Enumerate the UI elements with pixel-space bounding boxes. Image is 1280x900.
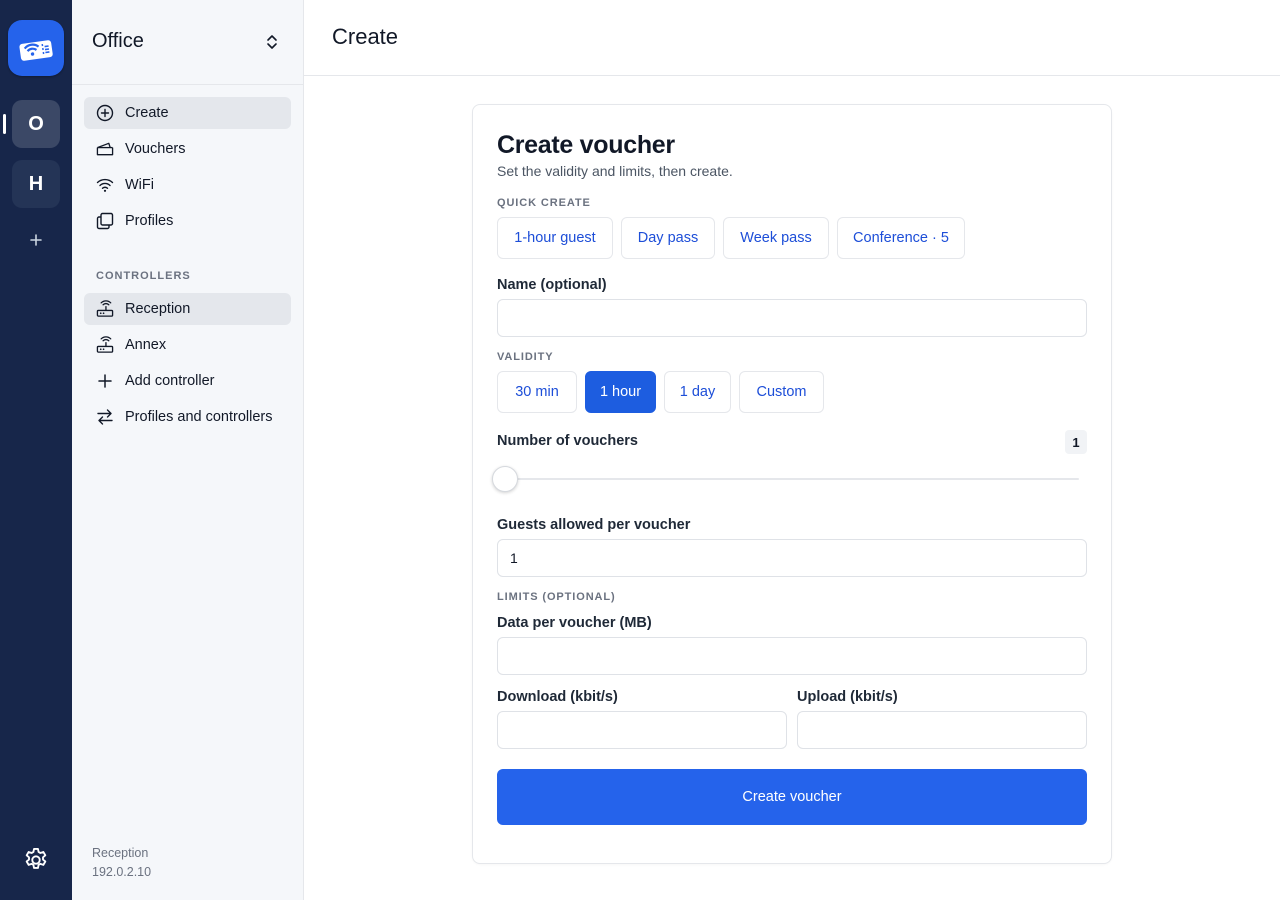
form-subtitle: Set the validity and limits, then create… — [497, 163, 733, 179]
quick-create-1-hour-guest[interactable]: 1-hour guest — [497, 217, 613, 259]
sidebar-item-add-controller[interactable]: Add controller — [84, 365, 291, 397]
profile-switch-office[interactable]: O — [12, 100, 60, 148]
ticket-icon — [96, 140, 114, 158]
plus-circle-icon — [96, 104, 114, 122]
app-rail: O H — [0, 0, 72, 900]
vouchers-slider-track[interactable] — [505, 478, 1079, 480]
profile-initial: H — [28, 172, 44, 195]
gear-icon — [25, 847, 47, 869]
profile-initial: O — [28, 112, 44, 135]
sidebar-item-profiles-and-controllers[interactable]: Profiles and controllers — [84, 401, 291, 433]
sidebar-item-label: Create — [125, 105, 169, 121]
validity-30-min[interactable]: 30 min — [497, 371, 577, 413]
profile-switch-h[interactable]: H — [12, 160, 60, 208]
sidebar-item-create[interactable]: Create — [84, 97, 291, 129]
sidebar-item-wifi[interactable]: WiFi — [84, 169, 291, 201]
controllers-section-label: CONTROLLERS — [96, 270, 191, 282]
settings-button[interactable] — [21, 845, 51, 875]
download-label: Download (kbit/s) — [497, 689, 618, 705]
voucher-wifi-icon[interactable] — [8, 20, 64, 76]
add-profile-button[interactable] — [24, 228, 48, 252]
profile-selector[interactable]: Office — [72, 0, 303, 85]
controllers-nav: Reception Annex Add controller Profiles … — [84, 293, 291, 437]
plus-icon — [30, 234, 42, 246]
quick-create-week-pass[interactable]: Week pass — [723, 217, 829, 259]
quick-create-conference[interactable]: Conference · 5 — [837, 217, 965, 259]
sidebar-item-label: Profiles — [125, 213, 174, 229]
controller-ip: 192.0.2.10 — [92, 865, 152, 879]
vouchers-count-badge: 1 — [1065, 430, 1087, 454]
sidebar-item-reception[interactable]: Reception — [84, 293, 291, 325]
validity-1-hour[interactable]: 1 hour — [585, 371, 656, 413]
validity-1-day[interactable]: 1 day — [664, 371, 731, 413]
sidebar-item-label: Reception — [125, 301, 191, 317]
guests-input[interactable]: 1 — [497, 539, 1087, 577]
vouchers-count-label: Number of vouchers — [497, 433, 638, 449]
data-limit-input[interactable] — [497, 637, 1087, 675]
create-voucher-card: Create voucher Set the validity and limi… — [472, 104, 1112, 864]
sidebar-item-annex[interactable]: Annex — [84, 329, 291, 361]
quick-create-label: QUICK CREATE — [497, 197, 591, 209]
vouchers-slider-thumb[interactable] — [492, 466, 518, 492]
guests-label: Guests allowed per voucher — [497, 517, 691, 533]
validity-custom[interactable]: Custom — [739, 371, 824, 413]
router-icon — [96, 336, 114, 354]
router-icon — [96, 300, 114, 318]
controller-name: Reception — [92, 846, 149, 860]
name-input[interactable] — [497, 299, 1087, 337]
sidebar-item-vouchers[interactable]: Vouchers — [84, 133, 291, 165]
quick-create-day-pass[interactable]: Day pass — [621, 217, 715, 259]
active-profile-indicator — [3, 114, 6, 134]
validity-label: VALIDITY — [497, 351, 554, 363]
sidebar-item-label: Add controller — [125, 373, 215, 389]
limits-label: LIMITS (OPTIONAL) — [497, 591, 616, 603]
create-voucher-button[interactable]: Create voucher — [497, 769, 1087, 825]
download-input[interactable] — [497, 711, 787, 749]
sidebar-item-label: Vouchers — [125, 141, 186, 157]
page-title: Create — [332, 24, 399, 49]
plus-icon — [96, 372, 114, 390]
sidebar-item-label: Profiles and controllers — [125, 409, 273, 425]
top-bar: Create — [304, 0, 1280, 76]
profile-name: Office — [92, 29, 144, 52]
sidebar-item-label: Annex — [125, 337, 167, 353]
wifi-icon — [96, 176, 114, 194]
upload-input[interactable] — [797, 711, 1087, 749]
stack-icon — [96, 212, 114, 230]
swap-icon — [96, 408, 114, 426]
sidebar: Office Create Vouchers WiFi Profiles CON… — [72, 0, 304, 900]
main-nav: Create Vouchers WiFi Profiles — [84, 97, 291, 241]
chevron-up-down-icon — [263, 33, 281, 51]
sidebar-item-profiles[interactable]: Profiles — [84, 205, 291, 237]
data-limit-label: Data per voucher (MB) — [497, 615, 652, 631]
active-controller-info: Reception 192.0.2.10 — [92, 844, 151, 882]
form-title: Create voucher — [497, 131, 675, 159]
name-label: Name (optional) — [497, 277, 607, 293]
sidebar-item-label: WiFi — [125, 177, 154, 193]
upload-label: Upload (kbit/s) — [797, 689, 898, 705]
